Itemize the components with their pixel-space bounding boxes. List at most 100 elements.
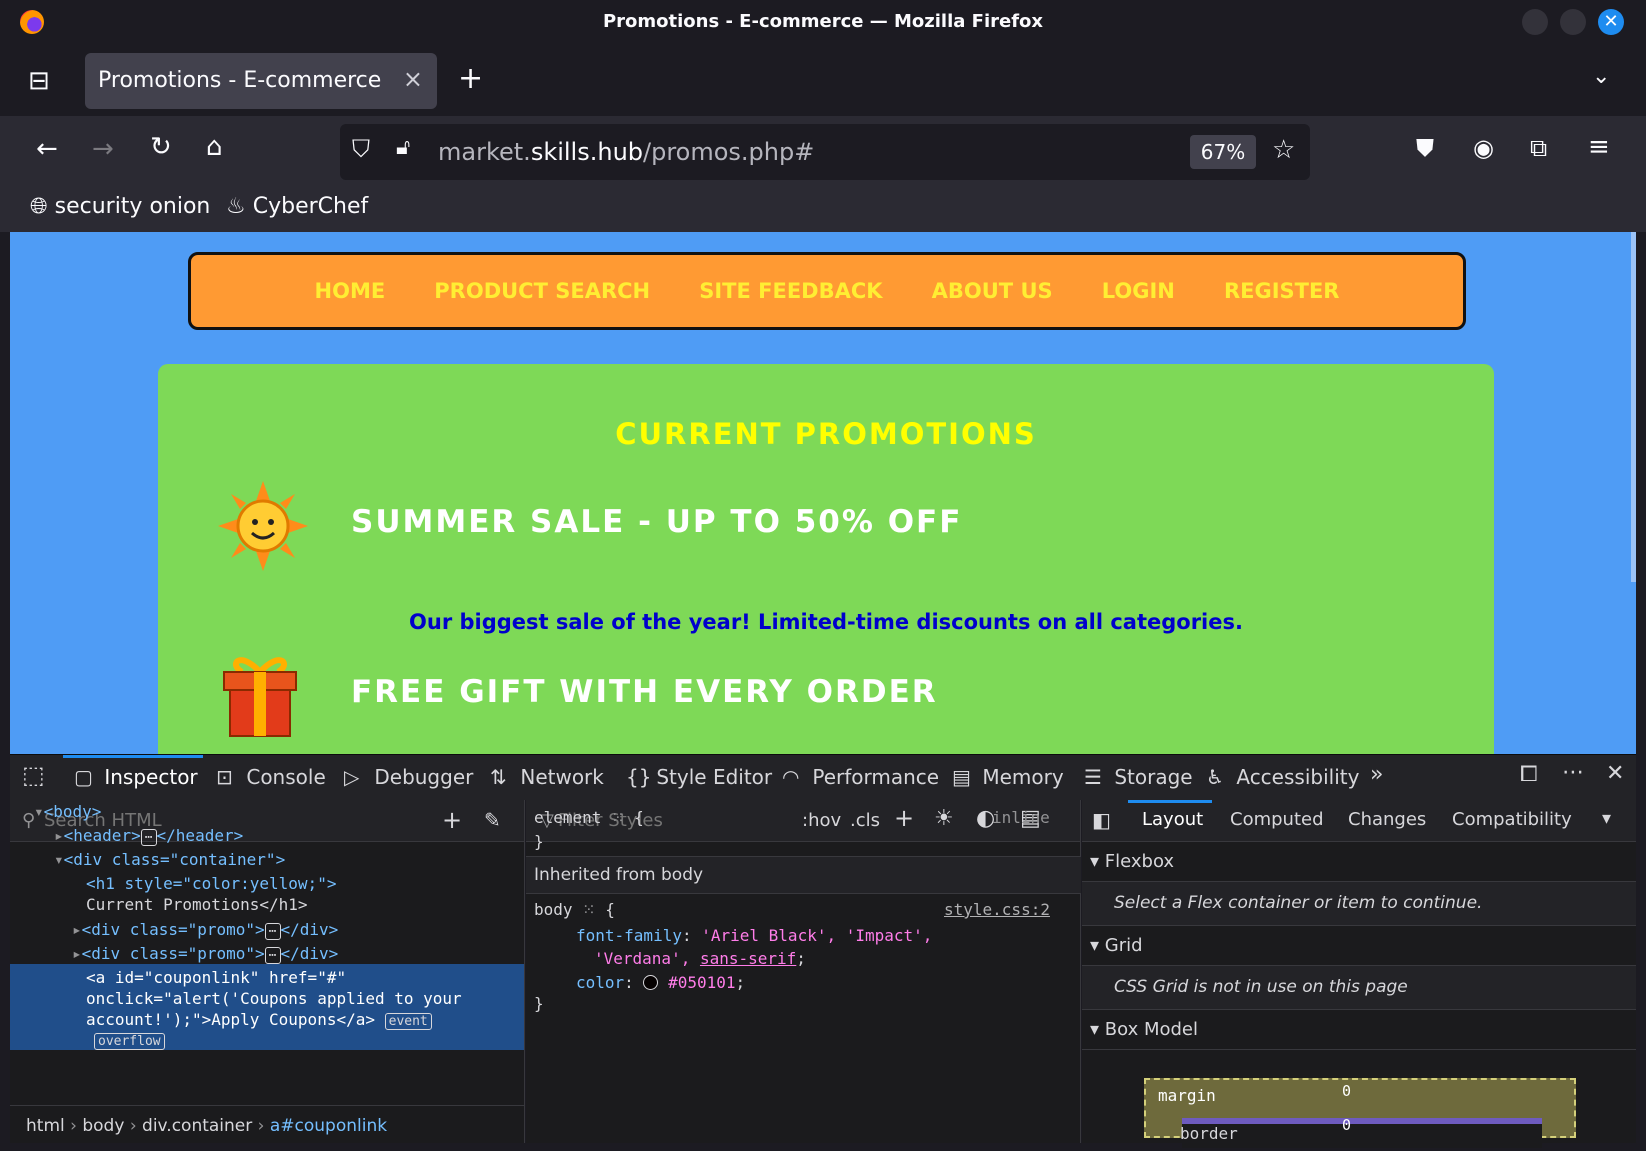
dock-options-icon[interactable]: ⧠: [1520, 762, 1538, 787]
hov-toggle[interactable]: :hov: [802, 810, 841, 831]
new-tab-button[interactable]: +: [458, 64, 483, 94]
bookmarks-toolbar: 🌐︎ security onion ♨ CyberChef: [0, 188, 1646, 232]
scrollbar[interactable]: [1631, 232, 1636, 582]
margin-top-value[interactable]: 0: [1342, 1082, 1351, 1100]
tab-performance[interactable]: ◠ Performance: [782, 765, 939, 789]
tree-node-couponlink-onclick[interactable]: onclick="alert('Coupons applied to your: [86, 989, 462, 1008]
account-icon[interactable]: ◉: [1473, 136, 1494, 160]
decl-font-family[interactable]: font-family: 'Ariel Black', 'Impact',: [576, 926, 932, 945]
tab-inspector[interactable]: ▢ Inspector: [74, 765, 198, 789]
element-picker-icon[interactable]: ⬚: [22, 761, 45, 789]
extensions-icon[interactable]: ⧉: [1530, 136, 1547, 160]
cls-toggle[interactable]: .cls: [850, 810, 880, 831]
grid-section-header[interactable]: ▾ Grid: [1082, 926, 1636, 966]
zoom-level[interactable]: 67%: [1190, 135, 1256, 169]
back-arrow-icon[interactable]: ←: [36, 136, 58, 162]
title-bar: Promotions - E-commerce — Mozilla Firefo…: [0, 0, 1646, 44]
rule-body-close: }: [534, 994, 544, 1013]
layout-panel: ◧ Layout Computed Changes Compatibility …: [1082, 800, 1636, 1148]
tab-changes[interactable]: Changes: [1348, 809, 1426, 830]
style-editor-icon: {}: [626, 765, 652, 789]
grid-note: CSS Grid is not in use on this page: [1082, 966, 1636, 1010]
tree-node-h1[interactable]: <h1 style="color:yellow;">: [86, 874, 336, 893]
firefox-view-icon[interactable]: ⊟: [28, 68, 50, 94]
breadcrumb-body[interactable]: body: [82, 1116, 124, 1136]
stylesheet-link[interactable]: style.css:2: [944, 900, 1050, 919]
nav-register-link[interactable]: REGISTER: [1224, 279, 1340, 303]
tree-node-header[interactable]: ▸<header> ⋯ </header>: [54, 826, 243, 846]
tab-computed[interactable]: Computed: [1230, 809, 1324, 830]
tab-console[interactable]: ⊡ Console: [216, 765, 326, 789]
tab-compatibility[interactable]: Compatibility: [1452, 809, 1572, 830]
breadcrumb: html › body › div.container › a#couponli…: [10, 1105, 524, 1143]
tab-layout[interactable]: Layout: [1142, 809, 1203, 830]
eyedropper-icon[interactable]: ✎: [484, 808, 501, 832]
tree-node-body[interactable]: ▾<body>: [34, 802, 101, 821]
box-model-border[interactable]: border 0: [1180, 1116, 1542, 1148]
decl-color[interactable]: color: #050101;: [576, 973, 745, 992]
nav-product-search-link[interactable]: PRODUCT SEARCH: [434, 279, 650, 303]
tree-node-container[interactable]: ▾<div class="container">: [54, 850, 285, 869]
nav-site-feedback-link[interactable]: SITE FEEDBACK: [699, 279, 882, 303]
tree-node-couponlink[interactable]: <a id="couponlink" href="#": [86, 968, 346, 987]
more-options-icon[interactable]: ⋯: [1562, 760, 1584, 785]
nav-about-us-link[interactable]: ABOUT US: [932, 279, 1053, 303]
tabs-dropdown-icon[interactable]: ▾: [1602, 808, 1611, 829]
rule-element[interactable]: element ⁙ {: [534, 808, 644, 827]
reload-icon[interactable]: ↻: [150, 134, 172, 160]
event-badge[interactable]: event: [384, 1013, 432, 1030]
nav-login-link[interactable]: LOGIN: [1102, 279, 1175, 303]
forward-arrow-icon[interactable]: →: [92, 136, 114, 162]
sidebar-tabs: ◧ Layout Computed Changes Compatibility …: [1082, 800, 1636, 842]
bookmark-cyberchef[interactable]: ♨ CyberChef: [226, 194, 368, 219]
performance-icon: ◠: [782, 765, 800, 789]
close-tab-icon[interactable]: ×: [403, 65, 423, 93]
rule-body[interactable]: body ⁙ {: [534, 900, 615, 919]
box-model-section-header[interactable]: ▾ Box Model: [1082, 1010, 1636, 1050]
more-tabs-chevron-icon[interactable]: »: [1370, 762, 1383, 787]
insecure-lock-icon[interactable]: 🔓︎: [396, 137, 410, 159]
close-devtools-icon[interactable]: ✕: [1606, 761, 1624, 786]
tab-promotions[interactable]: Promotions - E-commerce ×: [85, 53, 437, 109]
collapse-icon: ▾: [1090, 935, 1100, 956]
margin-label: margin: [1158, 1086, 1216, 1105]
overflow-badge-row: overflow: [94, 1030, 165, 1050]
pocket-icon[interactable]: ⛊: [1416, 136, 1434, 160]
breadcrumb-html[interactable]: html: [26, 1116, 65, 1136]
tree-node-couponlink-text[interactable]: account!');">Apply Coupons</a> event: [86, 1010, 432, 1030]
minimize-button[interactable]: [1522, 9, 1548, 35]
bookmark-star-icon[interactable]: ☆: [1272, 137, 1295, 163]
tab-memory[interactable]: ▤ Memory: [952, 765, 1064, 789]
maximize-button[interactable]: [1560, 9, 1586, 35]
tab-debugger[interactable]: ▷ Debugger: [344, 765, 473, 789]
tab-accessibility[interactable]: ♿︎ Accessibility: [1206, 765, 1359, 789]
breadcrumb-couponlink[interactable]: a#couponlink: [270, 1116, 387, 1136]
hamburger-menu-icon[interactable]: ≡: [1588, 134, 1610, 160]
url-text[interactable]: market.skills.hub/promos.php#: [438, 138, 814, 166]
nav-home-link[interactable]: HOME: [315, 279, 386, 303]
border-top-value[interactable]: 0: [1342, 1116, 1351, 1134]
flexbox-section-header[interactable]: ▾ Flexbox: [1082, 842, 1636, 882]
tree-node-h1-text[interactable]: Current Promotions</h1>: [86, 895, 308, 914]
color-swatch[interactable]: [643, 975, 659, 990]
tab-storage[interactable]: ☰ Storage: [1084, 765, 1193, 789]
add-node-button[interactable]: +: [442, 806, 462, 834]
tree-node-promo[interactable]: ▸<div class="promo"> ⋯ </div>: [72, 920, 338, 940]
shield-icon[interactable]: ⛉: [352, 137, 370, 161]
light-scheme-icon[interactable]: ☀: [934, 806, 954, 831]
toggle-sidebar-icon[interactable]: ◧: [1092, 808, 1111, 832]
tree-node-promo[interactable]: ▸<div class="promo"> ⋯ </div>: [72, 944, 338, 964]
add-rule-button[interactable]: +: [894, 804, 914, 832]
list-tabs-chevron-icon[interactable]: ⌄: [1592, 66, 1610, 88]
box-model-margin[interactable]: margin 0 border 0: [1144, 1078, 1576, 1148]
url-bar[interactable]: ⛉ 🔓︎ market.skills.hub/promos.php# 67% ☆: [340, 124, 1310, 180]
bookmark-security-onion[interactable]: 🌐︎ security onion: [30, 194, 210, 219]
home-icon[interactable]: ⌂: [206, 134, 223, 160]
tab-style-editor[interactable]: {} Style Editor: [626, 765, 772, 789]
inspector-markup-panel: ⚲ + ✎ ▾<body> ▸<header>⋯</header> ▾<div …: [10, 800, 525, 1143]
tab-network[interactable]: ⇅ Network: [490, 765, 604, 789]
close-window-button[interactable]: ✕: [1598, 9, 1624, 35]
overflow-badge[interactable]: overflow: [94, 1033, 165, 1050]
decl-font-family-cont[interactable]: 'Verdana', sans-serif;: [594, 949, 806, 968]
breadcrumb-div-container[interactable]: div.container: [142, 1116, 252, 1136]
